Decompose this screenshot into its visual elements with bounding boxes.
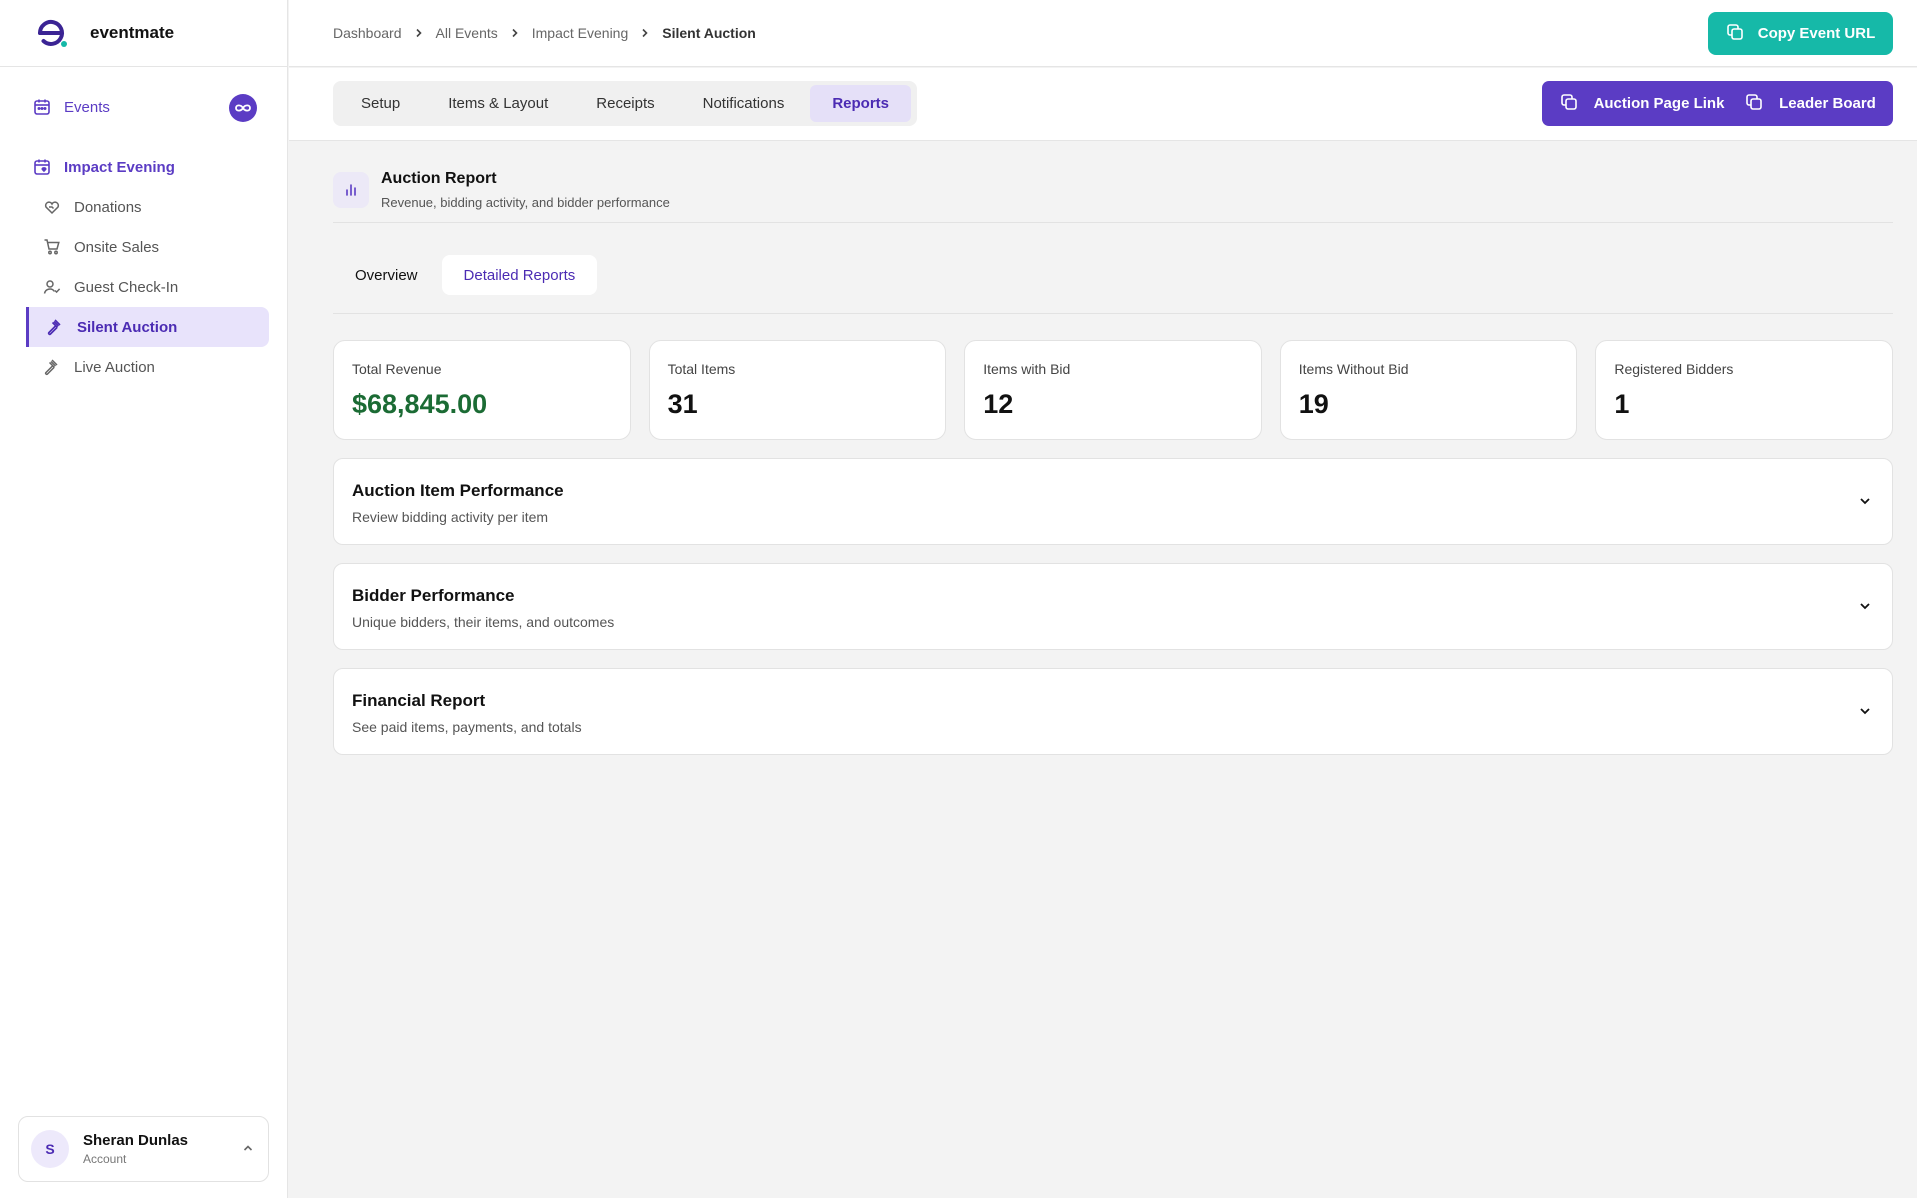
report-header: Auction Report Revenue, bidding activity… [333,142,1893,223]
copy-icon [1745,93,1763,115]
page-subtitle: Revenue, bidding activity, and bidder pe… [381,195,670,210]
sidebar-item-label: Live Auction [74,358,155,376]
calendar-icon [32,97,52,117]
sidebar-item-label: Silent Auction [77,318,178,336]
section-description: Unique bidders, their items, and outcome… [352,614,615,630]
report-subtabs: Overview Detailed Reports [333,223,1893,314]
sidebar-item-label: Donations [74,198,142,216]
stat-card-total-items: Total Items 31 [648,340,947,440]
section-financial-report[interactable]: Financial Report See paid items, payment… [333,668,1893,755]
section-bidder-performance[interactable]: Bidder Performance Unique bidders, their… [333,563,1893,650]
stat-label: Items Without Bid [1298,361,1409,377]
sidebar-item-label: Impact Evening [64,158,175,176]
tabs-bar: Setup Items & Layout Receipts Notificati… [289,68,1917,141]
infinity-badge-icon [229,94,257,122]
account-name: Sheran Dunlas [83,1132,189,1149]
brand[interactable]: eventmate [0,0,287,67]
auction-page-link-button[interactable]: Auction Page Link [1542,81,1742,126]
section-description: See paid items, payments, and totals [352,719,582,735]
section-title: Financial Report [352,691,486,710]
main-content: Auction Report Revenue, bidding activity… [333,142,1893,773]
sidebar-item-live-auction[interactable]: Live Auction [34,347,269,387]
stat-value: 19 [1298,389,1329,419]
stat-value: 31 [667,389,698,419]
copy-icon [1726,23,1744,45]
gavel-icon [45,317,65,337]
sidebar-item-donations[interactable]: Donations [34,187,269,227]
subtab-overview[interactable]: Overview [333,255,440,295]
leader-board-button[interactable]: Leader Board [1728,81,1893,126]
eventmate-logo-icon [36,15,72,51]
section-description: Review bidding activity per item [352,509,549,525]
cart-icon [42,237,62,257]
stat-value: $68,845.00 [352,389,488,419]
breadcrumb: Dashboard All Events Impact Evening Sile… [333,25,756,41]
stat-value: 1 [1614,389,1630,419]
section-auction-item-performance[interactable]: Auction Item Performance Review bidding … [333,458,1893,545]
stat-label: Items with Bid [983,361,1071,377]
account-menu[interactable]: S Sheran Dunlas Account [18,1116,269,1182]
stat-label: Total Revenue [352,361,442,377]
sidebar-item-onsite-sales[interactable]: Onsite Sales [34,227,269,267]
tab-items-layout[interactable]: Items & Layout [426,85,570,122]
sidebar-item-label: Guest Check-In [74,278,179,296]
account-role: Account [83,1152,127,1166]
tab-receipts[interactable]: Receipts [574,85,676,122]
breadcrumb-dashboard[interactable]: Dashboard [333,25,402,41]
copy-icon [1560,93,1578,115]
subtab-detailed-reports[interactable]: Detailed Reports [441,255,598,295]
copy-event-url-button[interactable]: Copy Event URL [1708,12,1893,55]
sidebar-item-impact-evening[interactable]: Impact Evening [26,147,269,187]
sidebar: eventmate Events Impact Evening Donation… [0,0,288,1198]
breadcrumb-all-events[interactable]: All Events [436,25,498,41]
leader-board-label: Leader Board [1779,95,1876,112]
copy-event-url-label: Copy Event URL [1757,25,1876,42]
stat-label: Total Items [667,361,736,377]
stat-card-total-revenue: Total Revenue $68,845.00 [333,340,631,440]
stats-row: Total Revenue $68,845.00 Total Items 31 … [333,340,1893,440]
topbar: Dashboard All Events Impact Evening Sile… [289,0,1917,67]
chevron-right-icon [510,28,520,38]
tab-notifications[interactable]: Notifications [681,85,807,122]
calendar-heart-icon [32,157,52,177]
chevron-right-icon [414,28,424,38]
sidebar-item-label: Onsite Sales [74,238,160,256]
stat-card-registered-bidders: Registered Bidders 1 [1595,340,1893,440]
sidebar-item-events[interactable]: Events [26,87,269,127]
avatar: S [31,1130,69,1168]
heart-hand-icon [42,197,62,217]
section-title: Auction Item Performance [352,481,564,500]
section-title: Bidder Performance [352,586,515,605]
chevron-right-icon [640,28,650,38]
report-sections: Auction Item Performance Review bidding … [333,458,1893,755]
stat-value: 12 [983,389,1014,419]
sidebar-item-label: Events [64,98,110,116]
auction-page-link-label: Auction Page Link [1593,95,1725,112]
bar-chart-icon [333,172,369,208]
tab-setup[interactable]: Setup [339,85,422,122]
tab-reports[interactable]: Reports [810,85,912,122]
sidebar-item-guest-check-in[interactable]: Guest Check-In [34,267,269,307]
chevron-down-icon[interactable] [1858,704,1872,723]
chevron-down-icon[interactable] [1858,599,1872,618]
stat-card-items-with-bid: Items with Bid 12 [964,340,1262,440]
breadcrumb-impact-evening[interactable]: Impact Evening [532,25,629,41]
brand-name: eventmate [90,23,175,42]
chevron-down-icon[interactable] [1858,494,1872,513]
sidebar-nav: Events Impact Evening Donations Onsite S… [0,67,287,387]
user-check-icon [42,277,62,297]
stat-card-items-without-bid: Items Without Bid 19 [1279,340,1578,440]
gavel-icon [42,357,62,377]
page-title: Auction Report [381,170,497,187]
section-tabs: Setup Items & Layout Receipts Notificati… [333,81,918,126]
chevron-up-icon [242,1141,254,1159]
breadcrumb-current: Silent Auction [662,25,756,41]
stat-label: Registered Bidders [1614,361,1734,377]
sidebar-item-silent-auction[interactable]: Silent Auction [26,307,269,347]
